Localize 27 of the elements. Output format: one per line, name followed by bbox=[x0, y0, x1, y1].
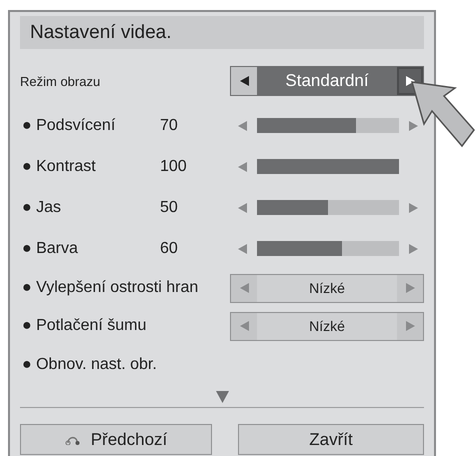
setting-label: ● Barva bbox=[21, 240, 79, 258]
right-arrow-icon[interactable] bbox=[406, 76, 414, 86]
setting-label: ● Jas bbox=[21, 198, 62, 216]
down-arrow-icon[interactable] bbox=[216, 391, 228, 403]
back-icon bbox=[64, 434, 81, 444]
setting-label: ● Potlačení šumu bbox=[21, 317, 148, 335]
setting-value: 50 bbox=[160, 198, 179, 216]
setting-label: Režim obrazu bbox=[20, 74, 102, 88]
back-button[interactable]: Předchozí bbox=[20, 424, 212, 455]
option-selector[interactable]: Standardní bbox=[230, 66, 424, 96]
setting-label[interactable]: ● Obnov. nast. obr. bbox=[20, 356, 322, 374]
option-value: Nízké bbox=[308, 280, 346, 296]
slider[interactable] bbox=[257, 200, 399, 215]
close-button[interactable]: Zavřít bbox=[238, 424, 424, 455]
setting-value: 70 bbox=[160, 116, 179, 134]
left-arrow-icon[interactable] bbox=[240, 76, 248, 86]
setting-label: ● Vylepšení ostrosti hran bbox=[21, 279, 200, 297]
setting-value: 60 bbox=[160, 240, 179, 258]
slider[interactable] bbox=[257, 241, 399, 256]
slider[interactable] bbox=[257, 118, 399, 133]
setting-value: 100 bbox=[160, 158, 188, 176]
setting-label: ● Podsvícení bbox=[21, 116, 116, 134]
slider[interactable] bbox=[257, 159, 399, 174]
option-value: Nízké bbox=[308, 318, 346, 334]
option-value: Standardní bbox=[284, 71, 370, 91]
panel-title: Nastavení videa. bbox=[20, 16, 424, 49]
setting-label: ● Kontrast bbox=[21, 158, 97, 176]
